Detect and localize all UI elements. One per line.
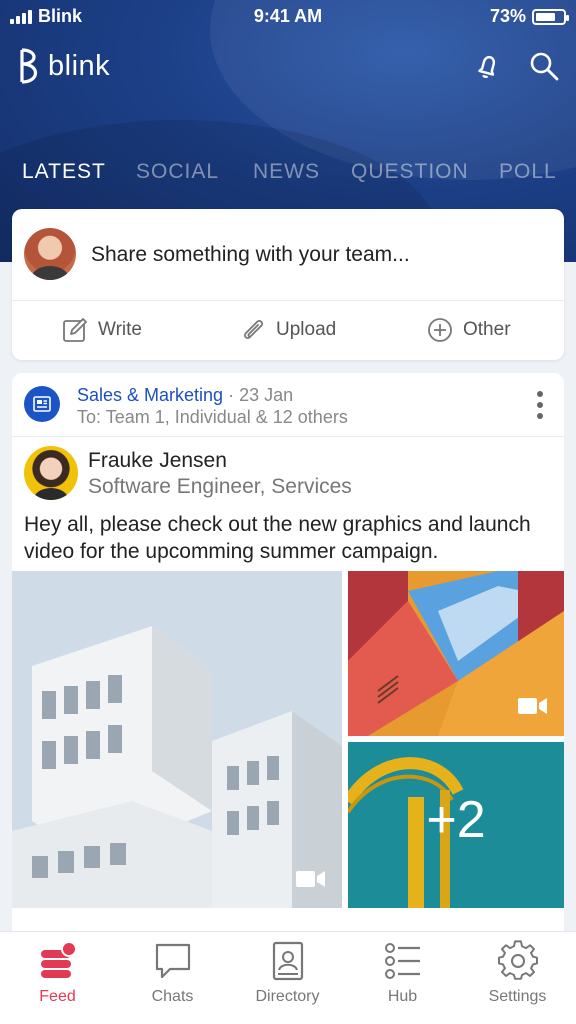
upload-label: Upload <box>276 319 337 340</box>
avatar[interactable] <box>24 228 76 280</box>
share-input[interactable]: Share something with your team... <box>91 243 410 267</box>
post-date: · 23 Jan <box>228 385 294 405</box>
nav-label: Directory <box>255 988 320 1005</box>
post-image-architecture[interactable] <box>348 571 564 736</box>
post-image-rollercoaster[interactable]: +2 <box>348 742 564 908</box>
header-actions <box>472 50 560 82</box>
other-button[interactable]: Other <box>427 315 511 345</box>
group-link[interactable]: Sales & Marketing <box>77 385 223 405</box>
chat-icon <box>155 943 190 979</box>
directory-icon <box>272 941 303 981</box>
other-label: Other <box>463 319 511 340</box>
battery-level <box>536 12 555 21</box>
write-label: Write <box>98 319 142 340</box>
upload-button[interactable]: Upload <box>240 315 336 345</box>
battery-icon <box>532 8 569 25</box>
feed-post: Sales & Marketing · 23 Jan To: Team 1, I… <box>12 373 564 953</box>
plus-circle-icon <box>428 318 452 342</box>
post-meta: Sales & Marketing · 23 Jan To: Team 1, I… <box>77 384 348 428</box>
tab-news[interactable]: NEWS <box>253 160 320 184</box>
status-right: 73% <box>489 6 569 27</box>
nav-label: Settings <box>488 988 547 1005</box>
nav-label: Chats <box>151 988 194 1005</box>
video-icon <box>518 698 547 714</box>
newspaper-icon <box>24 386 60 422</box>
nav-label: Feed <box>39 988 76 1005</box>
brand-name: blink <box>48 49 111 82</box>
write-button[interactable]: Write <box>62 315 142 345</box>
divider <box>12 300 564 301</box>
feed-tabs: LATEST SOCIAL NEWS QUESTION POLL <box>0 160 576 192</box>
author-name[interactable]: Frauke Jensen <box>88 449 227 473</box>
bell-icon[interactable] <box>472 50 504 82</box>
blink-logo-icon <box>20 48 38 84</box>
more-options-icon[interactable] <box>536 391 544 419</box>
feed-icon <box>40 941 77 978</box>
tab-social[interactable]: SOCIAL <box>136 160 219 184</box>
status-bar: Blink 9:41 AM 73% <box>0 6 576 28</box>
edit-icon <box>63 318 87 342</box>
post-image-building[interactable] <box>12 571 342 908</box>
bottom-nav: Feed Chats Directory Hub Settings <box>0 931 576 1024</box>
video-icon <box>296 871 325 887</box>
tab-question[interactable]: QUESTION <box>351 160 469 184</box>
post-composer: Share something with your team... Write … <box>12 209 564 360</box>
more-media-count: +2 <box>426 791 486 849</box>
search-icon[interactable] <box>528 50 560 82</box>
post-recipients[interactable]: To: Team 1, Individual & 12 others <box>77 406 348 428</box>
tab-poll[interactable]: POLL <box>499 160 557 184</box>
nav-settings[interactable]: Settings <box>460 940 575 1006</box>
paperclip-icon <box>244 320 263 339</box>
hub-icon <box>384 943 420 979</box>
battery-percent: 73% <box>489 6 526 26</box>
nav-feed[interactable]: Feed <box>0 940 115 1006</box>
nav-directory[interactable]: Directory <box>230 940 345 1006</box>
post-body: Hey all, please check out the new graphi… <box>24 513 531 563</box>
nav-hub[interactable]: Hub <box>345 940 460 1006</box>
nav-chats[interactable]: Chats <box>115 940 230 1006</box>
avatar[interactable] <box>24 446 78 500</box>
nav-label: Hub <box>387 988 418 1005</box>
author-role: Software Engineer, Services <box>88 475 352 498</box>
divider <box>12 436 564 437</box>
brand: blink <box>18 48 110 84</box>
building-image <box>12 571 342 908</box>
tab-latest[interactable]: LATEST <box>22 160 106 184</box>
gear-icon <box>497 940 538 980</box>
